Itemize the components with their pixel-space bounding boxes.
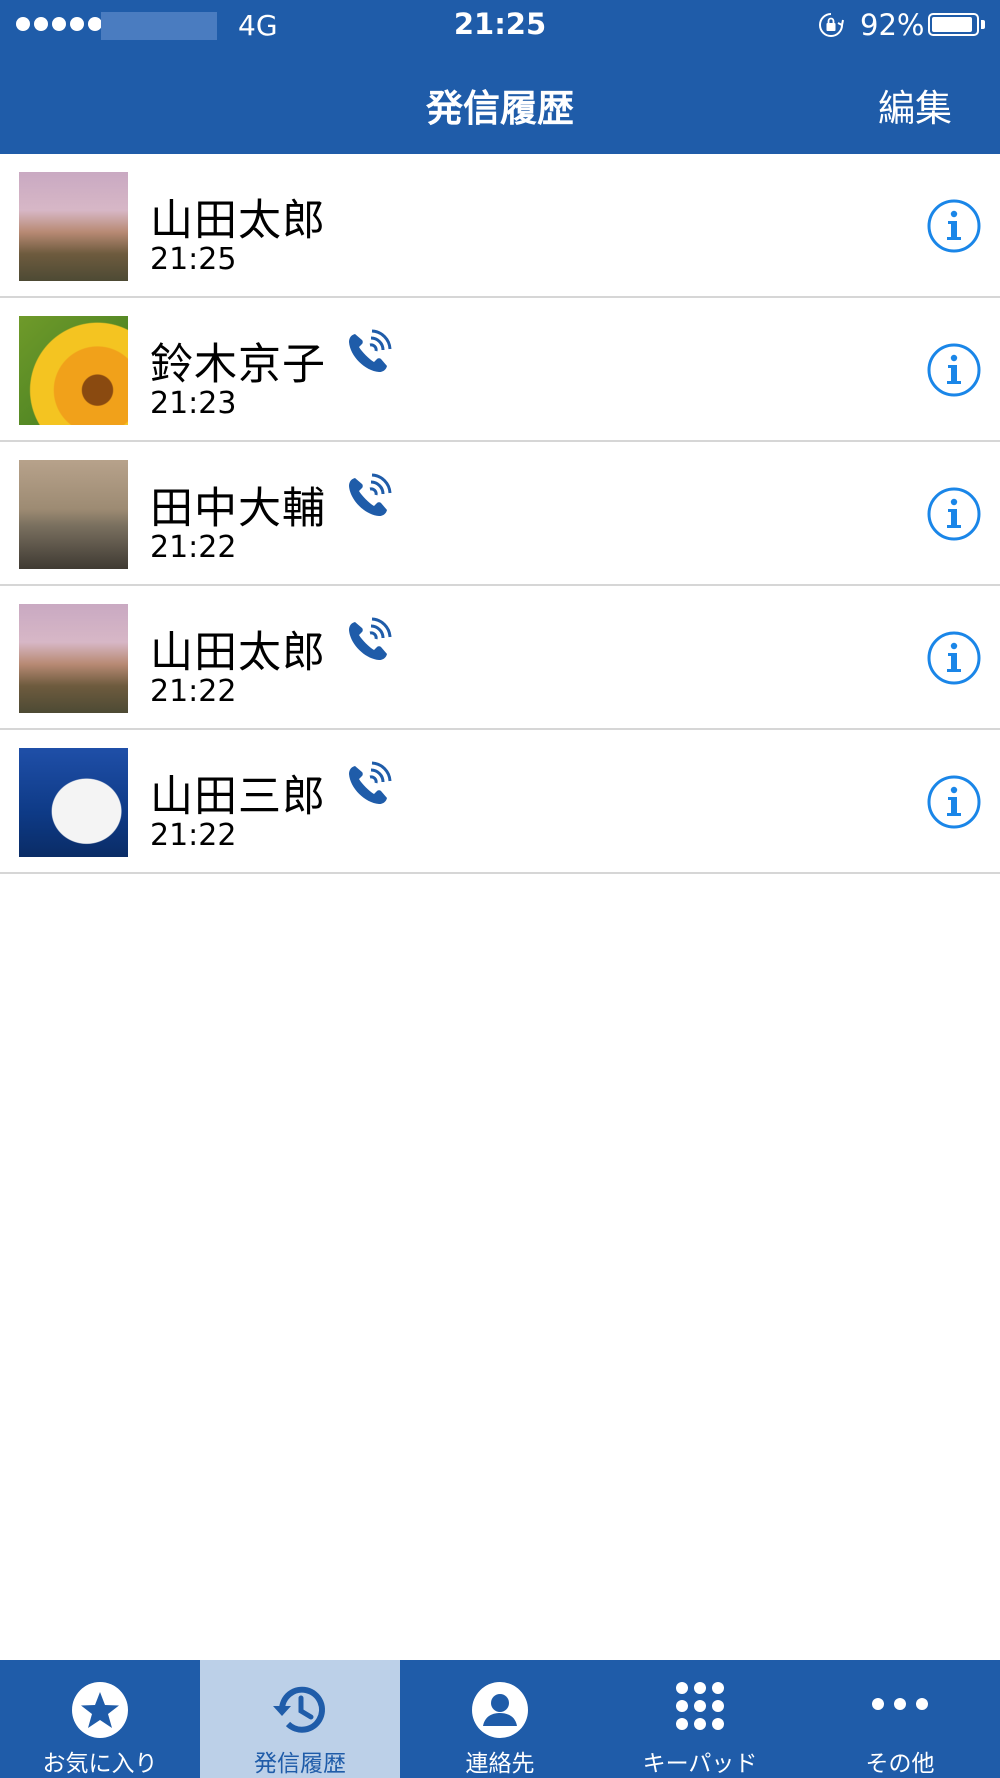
- tab-more[interactable]: その他: [800, 1660, 1000, 1778]
- contact-avatar-car: [19, 460, 128, 569]
- status-bar: 4G 21:25 92%: [0, 0, 1000, 50]
- tab-bar: お気に入り 発信履歴 連絡先 キーパッド その他: [0, 1660, 1000, 1778]
- outgoing-call-icon: [349, 617, 392, 660]
- tab-keypad[interactable]: キーパッド: [600, 1660, 800, 1778]
- contact-name: 山田三郎: [150, 772, 326, 822]
- call-time: 21:22: [150, 674, 237, 709]
- contact-avatar-castle: [19, 172, 128, 281]
- call-history-row[interactable]: 田中大輔 21:22: [0, 442, 1000, 586]
- contact-name: 山田太郎: [150, 628, 326, 678]
- contact-avatar-seagull: [19, 748, 128, 857]
- battery-tip: [981, 20, 985, 29]
- call-history-row[interactable]: 山田三郎 21:22: [0, 730, 1000, 874]
- contact-avatar-castle: [19, 604, 128, 713]
- call-history-row[interactable]: 山田太郎 21:22: [0, 586, 1000, 730]
- more-icon: [872, 1698, 928, 1710]
- keypad-icon: [676, 1682, 724, 1730]
- battery-icon: [928, 13, 979, 36]
- navigation-bar: 発信履歴 編集: [0, 50, 1000, 154]
- tab-favorites[interactable]: お気に入り: [0, 1660, 200, 1778]
- tab-label: お気に入り: [42, 1751, 158, 1777]
- battery-fill: [932, 17, 972, 32]
- orientation-lock-icon: [819, 13, 844, 37]
- tab-label: その他: [865, 1751, 935, 1777]
- info-icon[interactable]: [926, 774, 982, 830]
- call-history-row[interactable]: 山田太郎 21:25: [0, 154, 1000, 298]
- outgoing-call-icon: [349, 473, 392, 516]
- info-icon[interactable]: [926, 486, 982, 542]
- info-icon[interactable]: [926, 198, 982, 254]
- outgoing-call-icon: [349, 761, 392, 804]
- star-icon: [72, 1682, 128, 1738]
- call-time: 21:22: [150, 818, 237, 853]
- page-title: 発信履歴: [426, 87, 574, 130]
- edit-button[interactable]: 編集: [878, 78, 952, 132]
- history-icon: [273, 1686, 325, 1733]
- call-history-row[interactable]: 鈴木京子 21:23: [0, 298, 1000, 442]
- call-time: 21:23: [150, 386, 237, 421]
- tab-contacts[interactable]: 連絡先: [400, 1660, 600, 1778]
- tab-call-history[interactable]: 発信履歴: [200, 1660, 400, 1778]
- outgoing-call-icon: [349, 329, 392, 372]
- person-icon: [472, 1682, 528, 1738]
- contact-avatar-sunflower: [19, 316, 128, 425]
- contact-name: 鈴木京子: [150, 340, 326, 390]
- status-time: 21:25: [453, 7, 547, 41]
- tab-label: キーパッド: [642, 1751, 758, 1777]
- contact-name: 田中大輔: [150, 484, 326, 534]
- call-time: 21:22: [150, 530, 237, 565]
- call-time: 21:25: [150, 242, 237, 277]
- call-history-list: 山田太郎 21:25 鈴木京子 21:23 田中大輔 21:22 山田太郎 21…: [0, 154, 1000, 874]
- battery-percent: 92%: [860, 8, 925, 42]
- info-icon[interactable]: [926, 630, 982, 686]
- tab-label: 連絡先: [465, 1751, 535, 1777]
- tab-label: 発信履歴: [254, 1751, 346, 1777]
- contact-name: 山田太郎: [150, 196, 326, 246]
- info-icon[interactable]: [926, 342, 982, 398]
